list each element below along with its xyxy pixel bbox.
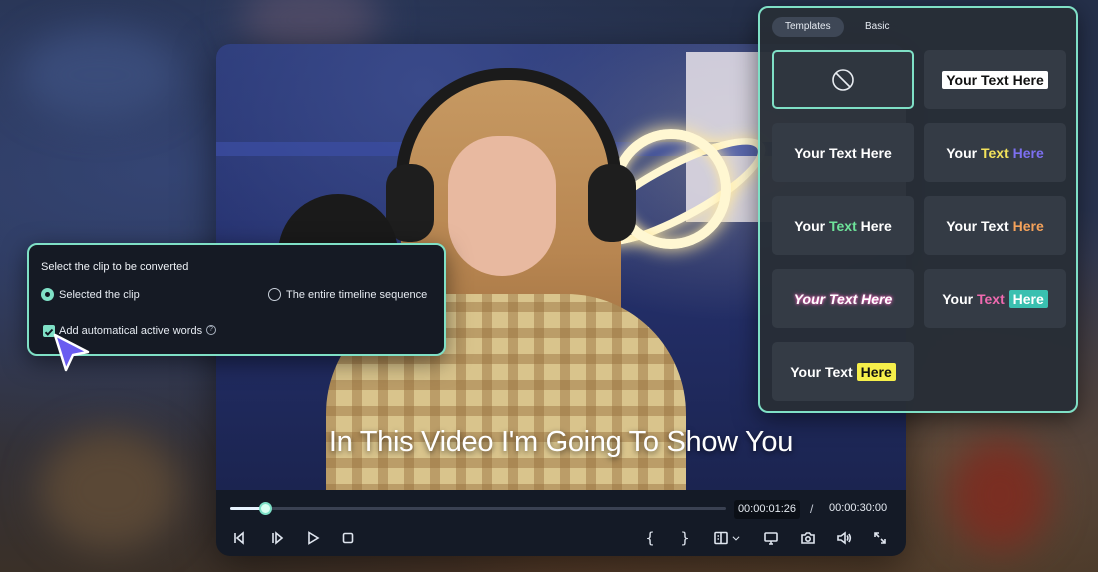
prev-frame-button[interactable] [228, 528, 250, 548]
template-tile[interactable]: Your Text Here [772, 269, 914, 328]
snapshot-button[interactable] [797, 528, 819, 548]
template-tile[interactable]: Your Text Here [772, 123, 914, 182]
progress-handle[interactable] [258, 502, 272, 515]
template-text-part: Here [1012, 144, 1044, 161]
template-none[interactable] [772, 50, 914, 109]
total-time: 00:00:30:00 [829, 502, 888, 514]
subtitle-caption: In This Video I'm Going To Show You [328, 426, 794, 458]
template-tile[interactable]: Your Text Here [924, 269, 1066, 328]
dialog-title: Select the clip to be converted [41, 261, 189, 273]
template-text-part: Your Text Here [794, 144, 892, 161]
monitor-icon [764, 532, 778, 545]
current-time: 00:00:01:26 [734, 500, 800, 519]
fullscreen-button[interactable] [869, 528, 891, 548]
mark-in-button[interactable]: { [639, 528, 661, 548]
stop-icon [342, 532, 354, 544]
time-separator: / [810, 502, 814, 516]
next-frame-button[interactable] [266, 528, 288, 548]
play-icon [308, 531, 320, 545]
caption-templates-panel: Templates Basic Your Text Here Your Text … [758, 6, 1078, 413]
template-text-part: Here [860, 217, 892, 234]
template-text-part: Your Text [790, 363, 857, 380]
prev-frame-icon [234, 531, 244, 545]
bg-blur-shape [40, 430, 180, 550]
template-text-part: Your Text Here [793, 290, 893, 307]
template-text-part: Here [1012, 217, 1044, 234]
template-text-part: Text [980, 144, 1013, 161]
template-text-part: Your [794, 217, 829, 234]
template-tile[interactable]: Your Text Here [924, 196, 1066, 255]
template-text-part: Here [1008, 289, 1048, 308]
bg-blur-shape [950, 440, 1050, 550]
template-tile[interactable]: Your Text Here [772, 342, 914, 401]
mark-out-button[interactable]: } [674, 528, 696, 548]
template-text-part: Your Text Here [942, 70, 1048, 89]
template-text-part: Here [856, 362, 896, 381]
no-style-icon [831, 68, 855, 92]
chevron-down-icon [732, 536, 740, 541]
volume-icon [837, 531, 852, 545]
template-tile[interactable]: Your Text Here [772, 196, 914, 255]
play-button[interactable] [302, 528, 324, 548]
template-text-part: Your [946, 144, 981, 161]
help-icon[interactable]: ? [206, 325, 216, 335]
radio-selected-clip[interactable] [41, 288, 54, 301]
bg-blur-shape [20, 30, 180, 120]
fullscreen-icon [874, 532, 886, 544]
template-text-part: Text [976, 290, 1009, 307]
tab-templates[interactable]: Templates [772, 17, 844, 37]
template-tile[interactable]: Your Text Here [924, 123, 1066, 182]
next-frame-icon [272, 531, 284, 545]
template-text-part: Text [828, 217, 861, 234]
template-tile[interactable]: Your Text Here [924, 50, 1066, 109]
template-text-part: Your Text [946, 217, 1013, 234]
scene-earcup [588, 164, 636, 242]
mouse-cursor-icon [53, 333, 90, 372]
radio-selected-clip-label[interactable]: Selected the clip [59, 289, 140, 301]
radio-entire-timeline[interactable] [268, 288, 281, 301]
template-text-part: Your [942, 290, 977, 307]
monitor-button[interactable] [760, 528, 782, 548]
radio-entire-timeline-label[interactable]: The entire timeline sequence [286, 289, 427, 301]
progress-bar[interactable] [230, 502, 726, 515]
stop-button[interactable] [337, 528, 359, 548]
volume-button[interactable] [833, 528, 855, 548]
split-view-icon [714, 531, 728, 545]
tab-basic[interactable]: Basic [852, 17, 902, 37]
split-view-dropdown[interactable] [710, 528, 744, 548]
snapshot-icon [801, 532, 815, 544]
